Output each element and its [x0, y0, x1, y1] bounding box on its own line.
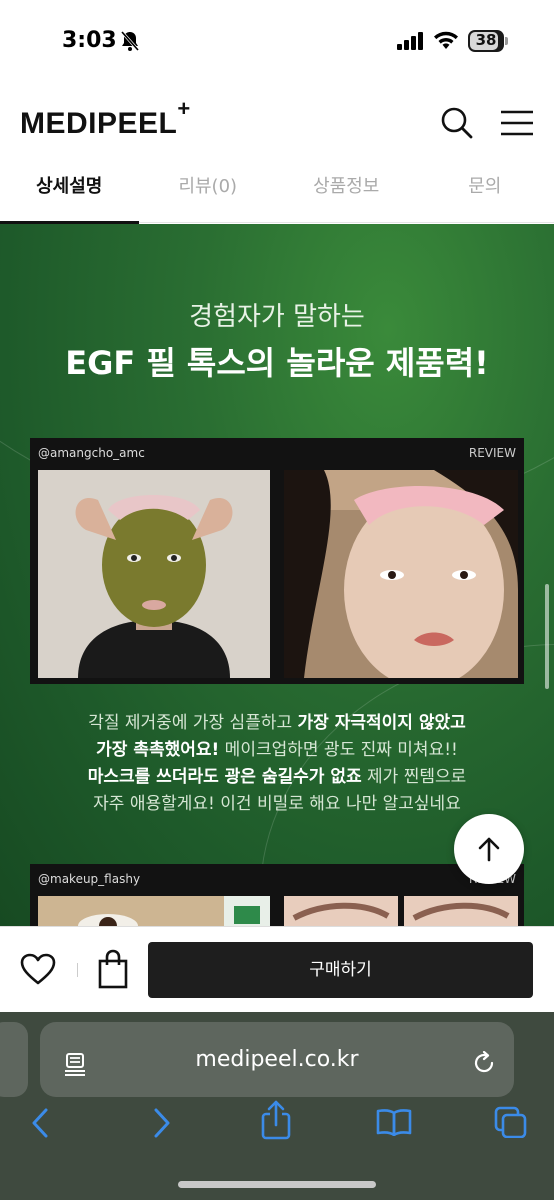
product-tabs: 상세설명 리뷰(0) 상품정보 문의 — [0, 155, 554, 224]
caption-emphasis: 가장 자극적이지 않았고 — [297, 713, 466, 733]
search-icon[interactable] — [440, 106, 474, 144]
url-text: medipeel.co.kr — [195, 1047, 359, 1072]
review-card-2: @makeup_flashy REVIEW — [30, 864, 524, 926]
wishlist-heart-icon[interactable] — [20, 953, 56, 989]
buy-button[interactable]: 구매하기 — [148, 942, 533, 998]
hamburger-menu-icon[interactable] — [500, 110, 534, 140]
tab-detail[interactable]: 상세설명 — [0, 155, 139, 224]
review2-photo-2 — [284, 896, 398, 926]
reload-icon[interactable] — [472, 1050, 496, 1079]
caption-text: 각질 제거중에 가장 심플하고 — [88, 713, 298, 733]
review-handle: @makeup_flashy — [38, 872, 141, 886]
review-caption: 각질 제거중에 가장 심플하고 가장 자극적이지 않았고 가장 촉촉했어요! 메… — [0, 710, 554, 818]
battery-level: 38 — [475, 31, 497, 49]
address-bar[interactable]: medipeel.co.kr — [40, 1022, 514, 1097]
forward-icon[interactable] — [150, 1107, 172, 1143]
caption-line-2: 가장 촉촉했어요! 메이크업하면 광도 진짜 미쳐요!! — [0, 737, 554, 764]
heading-line1: 경험자가 말하는 — [189, 302, 365, 332]
back-icon[interactable] — [30, 1107, 52, 1143]
review-tag: REVIEW — [468, 446, 516, 460]
cellular-signal-icon — [397, 32, 425, 54]
browser-chrome: medipeel.co.kr — [0, 1012, 554, 1200]
tab-product-info[interactable]: 상품정보 — [277, 155, 416, 222]
review2-photo-3 — [404, 896, 518, 926]
review-handle: @amangcho_amc — [38, 446, 145, 460]
silent-bell-icon — [120, 30, 140, 56]
tabs-icon[interactable] — [494, 1106, 528, 1142]
previous-tab-preview[interactable] — [0, 1022, 28, 1097]
heading-line2: EGF 필 톡스의 놀라운 제품력! — [65, 344, 489, 382]
review-card-1: @amangcho_amc REVIEW — [30, 438, 524, 684]
shopping-bag-icon[interactable] — [97, 949, 129, 993]
caption-line-3: 마스크를 쓰더라도 광은 숨길수가 없죠 제가 찐템으로 — [0, 764, 554, 791]
logo-plus: + — [177, 96, 191, 121]
scrollbar[interactable] — [545, 584, 549, 689]
tab-reviews[interactable]: 리뷰(0) — [139, 155, 278, 222]
scroll-to-top-button[interactable] — [454, 814, 524, 884]
status-time: 3:03 — [62, 28, 117, 53]
logo-text: MEDIPEEL — [20, 107, 178, 140]
medipeel-logo[interactable]: MEDIPEEL+ — [20, 96, 191, 141]
review-photo-after — [284, 470, 518, 678]
status-bar: 3:03 38 — [0, 0, 554, 80]
caption-line-1: 각질 제거중에 가장 심플하고 가장 자극적이지 않았고 — [0, 710, 554, 737]
caption-emphasis: 가장 촉촉했어요! — [96, 740, 220, 760]
caption-text: 제가 찐템으로 — [361, 767, 467, 787]
caption-emphasis: 마스크를 쓰더라도 광은 숨길수가 없죠 — [87, 767, 362, 787]
battery-icon: 38 — [468, 30, 508, 52]
caption-text: 메이크업하면 광도 진짜 미쳐요!! — [219, 740, 458, 760]
wifi-icon — [433, 30, 459, 54]
purchase-bar: 구매하기 — [0, 926, 554, 1012]
bookmarks-icon[interactable] — [376, 1108, 412, 1140]
tab-inquiry[interactable]: 문의 — [416, 155, 554, 222]
review2-photo-1 — [38, 896, 270, 926]
home-indicator[interactable] — [178, 1181, 376, 1188]
caption-line-4: 자주 애용할게요! 이건 비밀로 해요 나만 알고싶네요 — [93, 794, 461, 814]
review-photo-mask — [38, 470, 270, 678]
site-header: MEDIPEEL+ — [0, 80, 554, 155]
divider — [77, 963, 78, 977]
share-icon[interactable] — [260, 1100, 292, 1144]
